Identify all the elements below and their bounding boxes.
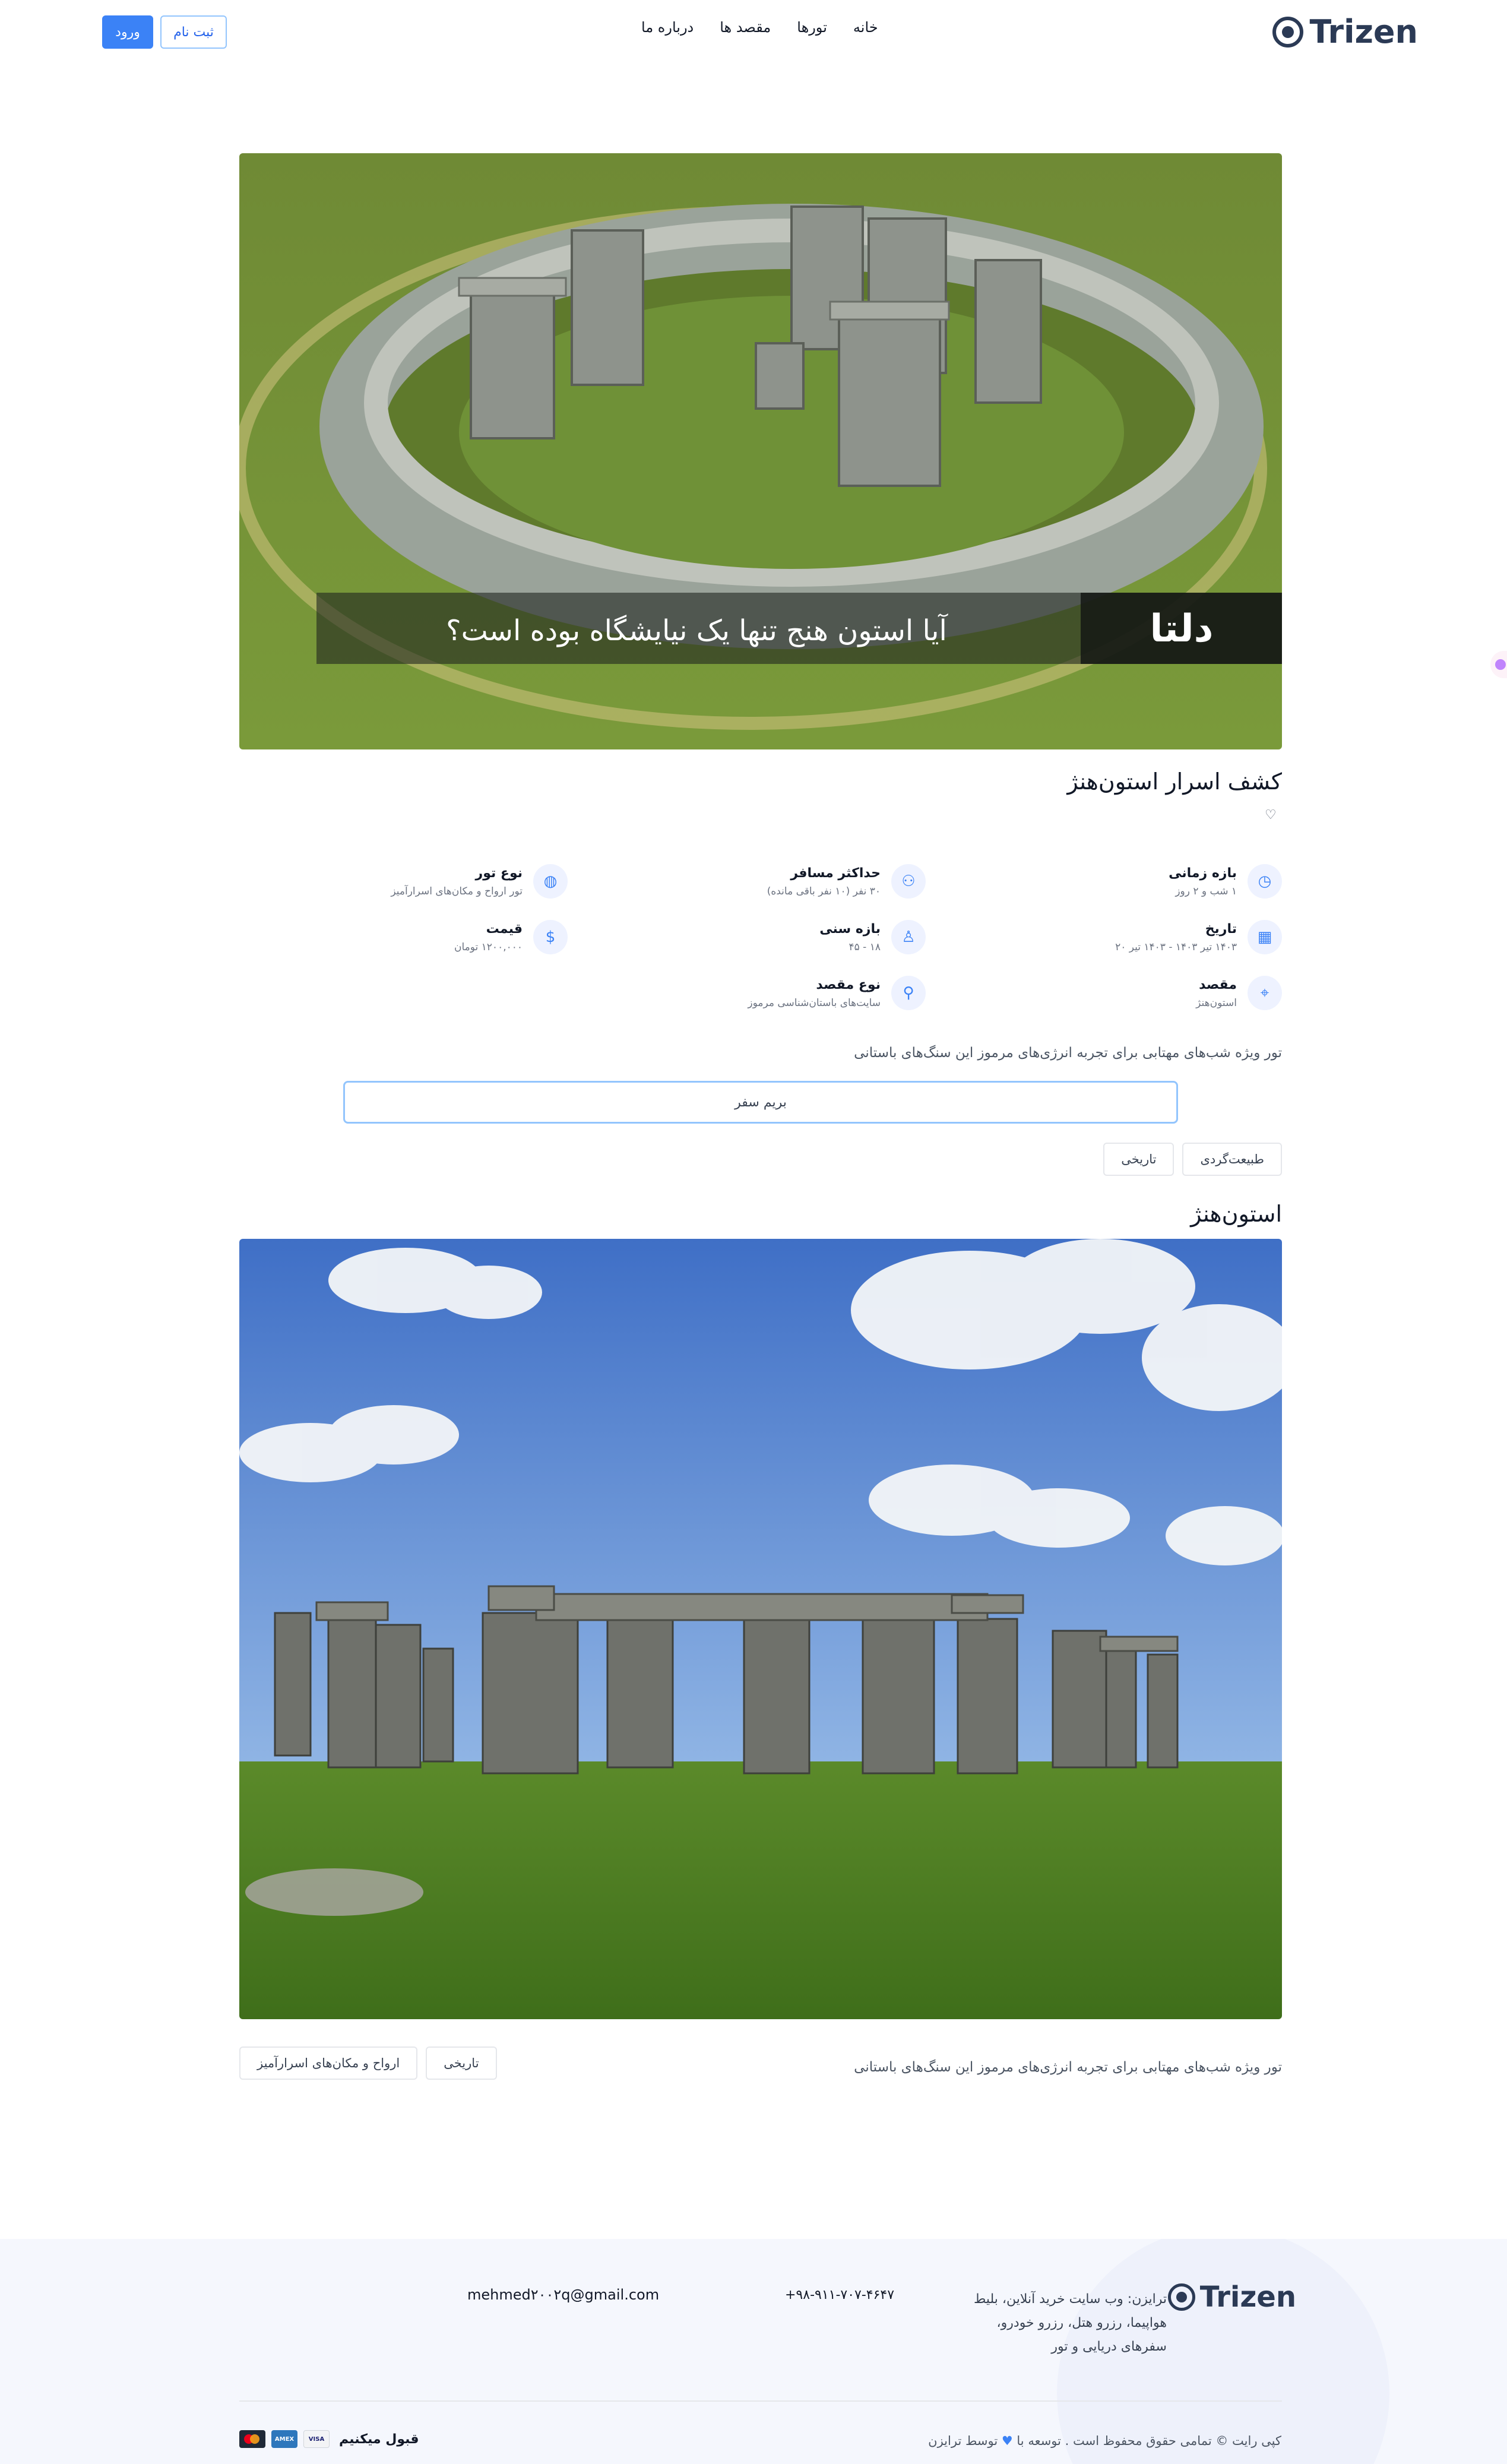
users-icon: ⚇: [891, 864, 926, 899]
info-destination-type: ⚲ نوع مقصد سایت‌های باستان‌شناسی مرموز: [748, 976, 926, 1010]
info-value: ۱۲۰۰,۰۰۰ تومان: [454, 941, 523, 953]
tour-title: کشف اسرار استون‌هنژ: [1067, 768, 1282, 795]
accept-label: قبول میکنیم: [339, 2431, 419, 2447]
mastercard-icon: [239, 2430, 265, 2448]
site-header: Trizen خانه تورها مقصد ها درباره ما ورود…: [0, 0, 1507, 65]
tag-historical[interactable]: تاریخی: [1103, 1143, 1174, 1176]
globe-logo-icon: [1272, 16, 1304, 48]
hero-brand-mark: دلتا: [1150, 607, 1213, 651]
destination-description: تور ویژه شب‌های مهتابی برای تجربه انرژی‌…: [854, 2060, 1282, 2075]
dollar-icon: $: [533, 920, 568, 954]
nav-about[interactable]: درباره ما: [641, 19, 694, 36]
footer-email[interactable]: mehmed۲۰۰۲q@gmail.com: [467, 2286, 659, 2303]
destination-tags: تاریخی ارواح و مکان‌های اسرارآمیز: [239, 2047, 497, 2080]
info-label: مقصد: [1199, 977, 1237, 992]
user-icon: ♙: [891, 920, 926, 954]
destination-photo: [239, 1239, 1282, 2019]
globe-icon: ◍: [533, 864, 568, 899]
footer-about: ترایزن: وب سایت خرید آنلاین، بلیط هواپیم…: [973, 2292, 1167, 2354]
globe-logo-icon: [1167, 2283, 1195, 2311]
info-value: ۱ شب و ۲ روز: [1175, 885, 1237, 897]
clock-icon: ◷: [1248, 864, 1282, 899]
copyright-prefix: کپی رایت © تمامی حقوق محفوظ است . توسعه …: [1017, 2434, 1281, 2448]
auth-buttons: ورود ثبت نام: [102, 15, 227, 49]
site-footer: Trizen ترایزن: وب سایت خرید آنلاین، بلیط…: [0, 2239, 1507, 2464]
floating-widget-icon[interactable]: [1490, 651, 1507, 678]
copyright-suffix: توسط ترایزن: [928, 2434, 998, 2448]
calendar-icon: ▦: [1248, 920, 1282, 954]
footer-logo-text: Trizen: [1199, 2280, 1296, 2314]
amex-icon: AMEX: [271, 2430, 297, 2448]
info-label: بازه سنی: [819, 921, 881, 937]
tour-hero-image: دلتا آیا استون هنج تنها یک نیایشگاه بوده…: [239, 153, 1282, 749]
footer-divider: [239, 2400, 1282, 2402]
footer-copyright: کپی رایت © تمامی حقوق محفوظ است . توسعه …: [928, 2434, 1281, 2448]
info-label: بازه زمانی: [1169, 865, 1237, 881]
pin-icon: ⚲: [891, 976, 926, 1010]
tour-description: تور ویژه شب‌های مهتابی برای تجربه انرژی‌…: [854, 1045, 1282, 1061]
info-value: تور ارواح و مکان‌های اسرارآمیز: [391, 885, 523, 897]
info-label: قیمت: [486, 921, 523, 937]
hero-caption: آیا استون هنج تنها یک نیایشگاه بوده است؟: [446, 613, 948, 647]
payment-methods: AMEX VISA قبول میکنیم: [239, 2430, 419, 2448]
info-tour-type: ◍ نوع تور تور ارواح و مکان‌های اسرارآمیز: [391, 864, 568, 899]
info-label: نوع تور: [475, 865, 523, 881]
info-label: نوع مقصد: [816, 977, 881, 992]
destination-title: استون‌هنژ: [1191, 1201, 1282, 1227]
info-label: حداکثر مسافر: [790, 865, 881, 881]
tag-ghosts-mysterious[interactable]: ارواح و مکان‌های اسرارآمیز: [239, 2047, 418, 2080]
go-travel-button[interactable]: بریم سفر: [343, 1081, 1178, 1124]
info-value: استون‌هنژ: [1196, 997, 1237, 1009]
favorite-heart-icon[interactable]: ♡: [1265, 808, 1277, 823]
login-button[interactable]: ورود: [102, 15, 153, 49]
stonehenge-aerial-illustration: دلتا آیا استون هنج تنها یک نیایشگاه بوده…: [239, 153, 1282, 749]
tour-tags: طبیعت‌گردی تاریخی: [1103, 1143, 1282, 1176]
site-logo[interactable]: Trizen: [1272, 13, 1418, 50]
signup-button[interactable]: ثبت نام: [160, 15, 227, 49]
info-value: سایت‌های باستان‌شناسی مرموز: [748, 997, 881, 1009]
nav-home[interactable]: خانه: [853, 19, 878, 36]
nav-tours[interactable]: تورها: [797, 19, 827, 36]
info-destination: ⌖ مقصد استون‌هنژ: [1196, 976, 1282, 1010]
info-age-range: ♙ بازه سنی ۱۸ - ۴۵: [819, 920, 926, 954]
stonehenge-photo: [239, 1239, 1282, 2019]
footer-phone[interactable]: +۹۸-۹۱۱-۷۰۷-۴۶۴۷: [785, 2288, 894, 2302]
info-max-travelers: ⚇ حداکثر مسافر ۳۰ نفر (۱۰ نفر باقی مانده): [767, 864, 926, 899]
info-duration: ◷ بازه زمانی ۱ شب و ۲ روز: [1169, 864, 1282, 899]
info-price: $ قیمت ۱۲۰۰,۰۰۰ تومان: [454, 920, 568, 954]
visa-icon: VISA: [303, 2430, 330, 2448]
info-value: ۱۸ - ۴۵: [849, 941, 881, 953]
map-pin-icon: ⌖: [1248, 976, 1282, 1010]
nav-destinations[interactable]: مقصد ها: [720, 19, 771, 36]
info-value: ۳۰ نفر (۱۰ نفر باقی مانده): [767, 885, 881, 897]
info-label: تاریخ: [1205, 921, 1237, 937]
logo-text: Trizen: [1309, 13, 1418, 50]
heart-icon: ♥: [1001, 2434, 1013, 2448]
main-nav: خانه تورها مقصد ها درباره ما: [641, 19, 878, 36]
info-date: ▦ تاریخ ۱۴۰۳ تیر ۱۴۰۳ - ۱۴۰۳ تیر ۲۰: [1115, 920, 1282, 954]
tag-historical[interactable]: تاریخی: [426, 2047, 497, 2080]
info-value: ۱۴۰۳ تیر ۱۴۰۳ - ۱۴۰۳ تیر ۲۰: [1115, 941, 1237, 953]
tag-nature[interactable]: طبیعت‌گردی: [1182, 1143, 1282, 1176]
footer-logo[interactable]: Trizen: [1167, 2280, 1296, 2314]
